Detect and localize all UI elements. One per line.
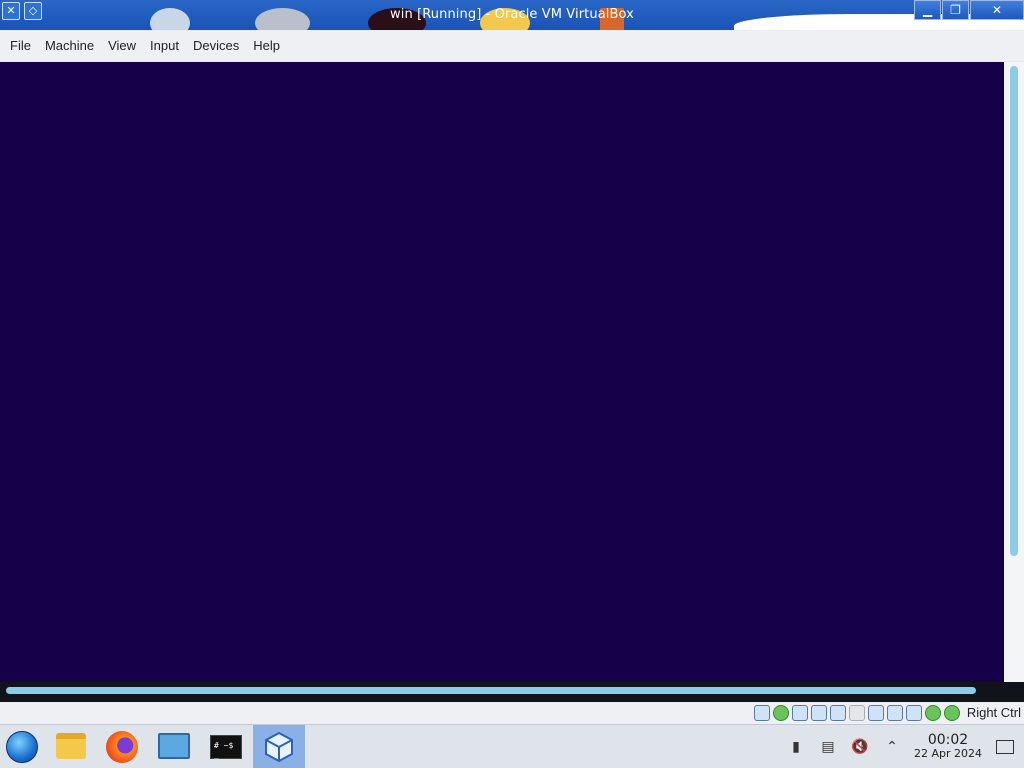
close-icon: ✕ xyxy=(991,3,1003,17)
system-tray: ▮ ▤ 🔇 ⌃ 00:02 22 Apr 2024 xyxy=(780,725,1024,768)
menu-devices[interactable]: Devices xyxy=(186,31,246,61)
terminal-icon[interactable]: # ~$ _ xyxy=(210,735,242,759)
virtualbox-task-button[interactable] xyxy=(253,725,305,768)
restore-button[interactable]: ❐ xyxy=(942,0,969,20)
menu-file[interactable]: File xyxy=(3,31,38,61)
shared-folders-icon[interactable] xyxy=(849,705,865,721)
window-titlebar[interactable]: ✕ ◇ win [Running] - Oracle VM VirtualBox… xyxy=(0,0,1024,30)
volume-muted-icon[interactable]: 🔇 xyxy=(851,738,869,756)
keyboard-icon[interactable] xyxy=(944,705,960,721)
restore-icon: ❐ xyxy=(950,3,961,17)
video-capture-icon[interactable] xyxy=(887,705,903,721)
close-button[interactable]: ✕ xyxy=(970,0,1024,20)
menu-help[interactable]: Help xyxy=(246,31,287,61)
vertical-scroll-thumb[interactable] xyxy=(1010,66,1018,556)
clock-time: 00:02 xyxy=(927,732,969,748)
vm-display[interactable] xyxy=(0,62,1004,682)
mouse-integration-icon[interactable] xyxy=(906,705,922,721)
terminal-label: # ~$ _ xyxy=(214,741,234,759)
taskbar: # ~$ _ ▮ ▤ 🔇 ⌃ 00:02 22 Apr 2024 xyxy=(0,724,1024,768)
start-menu-icon[interactable] xyxy=(6,731,38,763)
hard-disk-icon[interactable] xyxy=(754,705,770,721)
cpu-icon[interactable] xyxy=(925,705,941,721)
usb-icon[interactable] xyxy=(830,705,846,721)
window-title: win [Running] - Oracle VM VirtualBox xyxy=(390,7,634,22)
host-key-label[interactable]: Right Ctrl xyxy=(967,705,1021,720)
horizontal-scroll-thumb[interactable] xyxy=(6,687,976,694)
notes-icon[interactable]: ▤ xyxy=(819,738,837,756)
show-desktop-icon[interactable] xyxy=(996,740,1014,754)
virtualbox-icon xyxy=(265,731,293,763)
file-manager-icon[interactable] xyxy=(56,733,86,759)
vm-status-bar: Right Ctrl xyxy=(0,702,1024,724)
menu-view[interactable]: View xyxy=(101,31,143,61)
audio-icon[interactable] xyxy=(792,705,808,721)
system-settings-icon[interactable] xyxy=(158,733,190,759)
minimize-icon: ▁ xyxy=(922,3,933,17)
menu-machine[interactable]: Machine xyxy=(38,31,101,61)
clock-date: 22 Apr 2024 xyxy=(913,747,982,760)
minimize-button[interactable]: ▁ xyxy=(914,0,941,20)
display-icon[interactable] xyxy=(868,705,884,721)
clipboard-icon[interactable]: ▮ xyxy=(787,738,805,756)
menu-bar: File Machine View Input Devices Help xyxy=(0,31,1024,61)
chevron-up-icon[interactable]: ⌃ xyxy=(883,738,901,756)
network-icon[interactable] xyxy=(811,705,827,721)
firefox-icon[interactable] xyxy=(106,731,138,763)
optical-drive-icon[interactable] xyxy=(773,705,789,721)
menu-input[interactable]: Input xyxy=(143,31,186,61)
clock[interactable]: 00:02 22 Apr 2024 xyxy=(914,733,982,761)
